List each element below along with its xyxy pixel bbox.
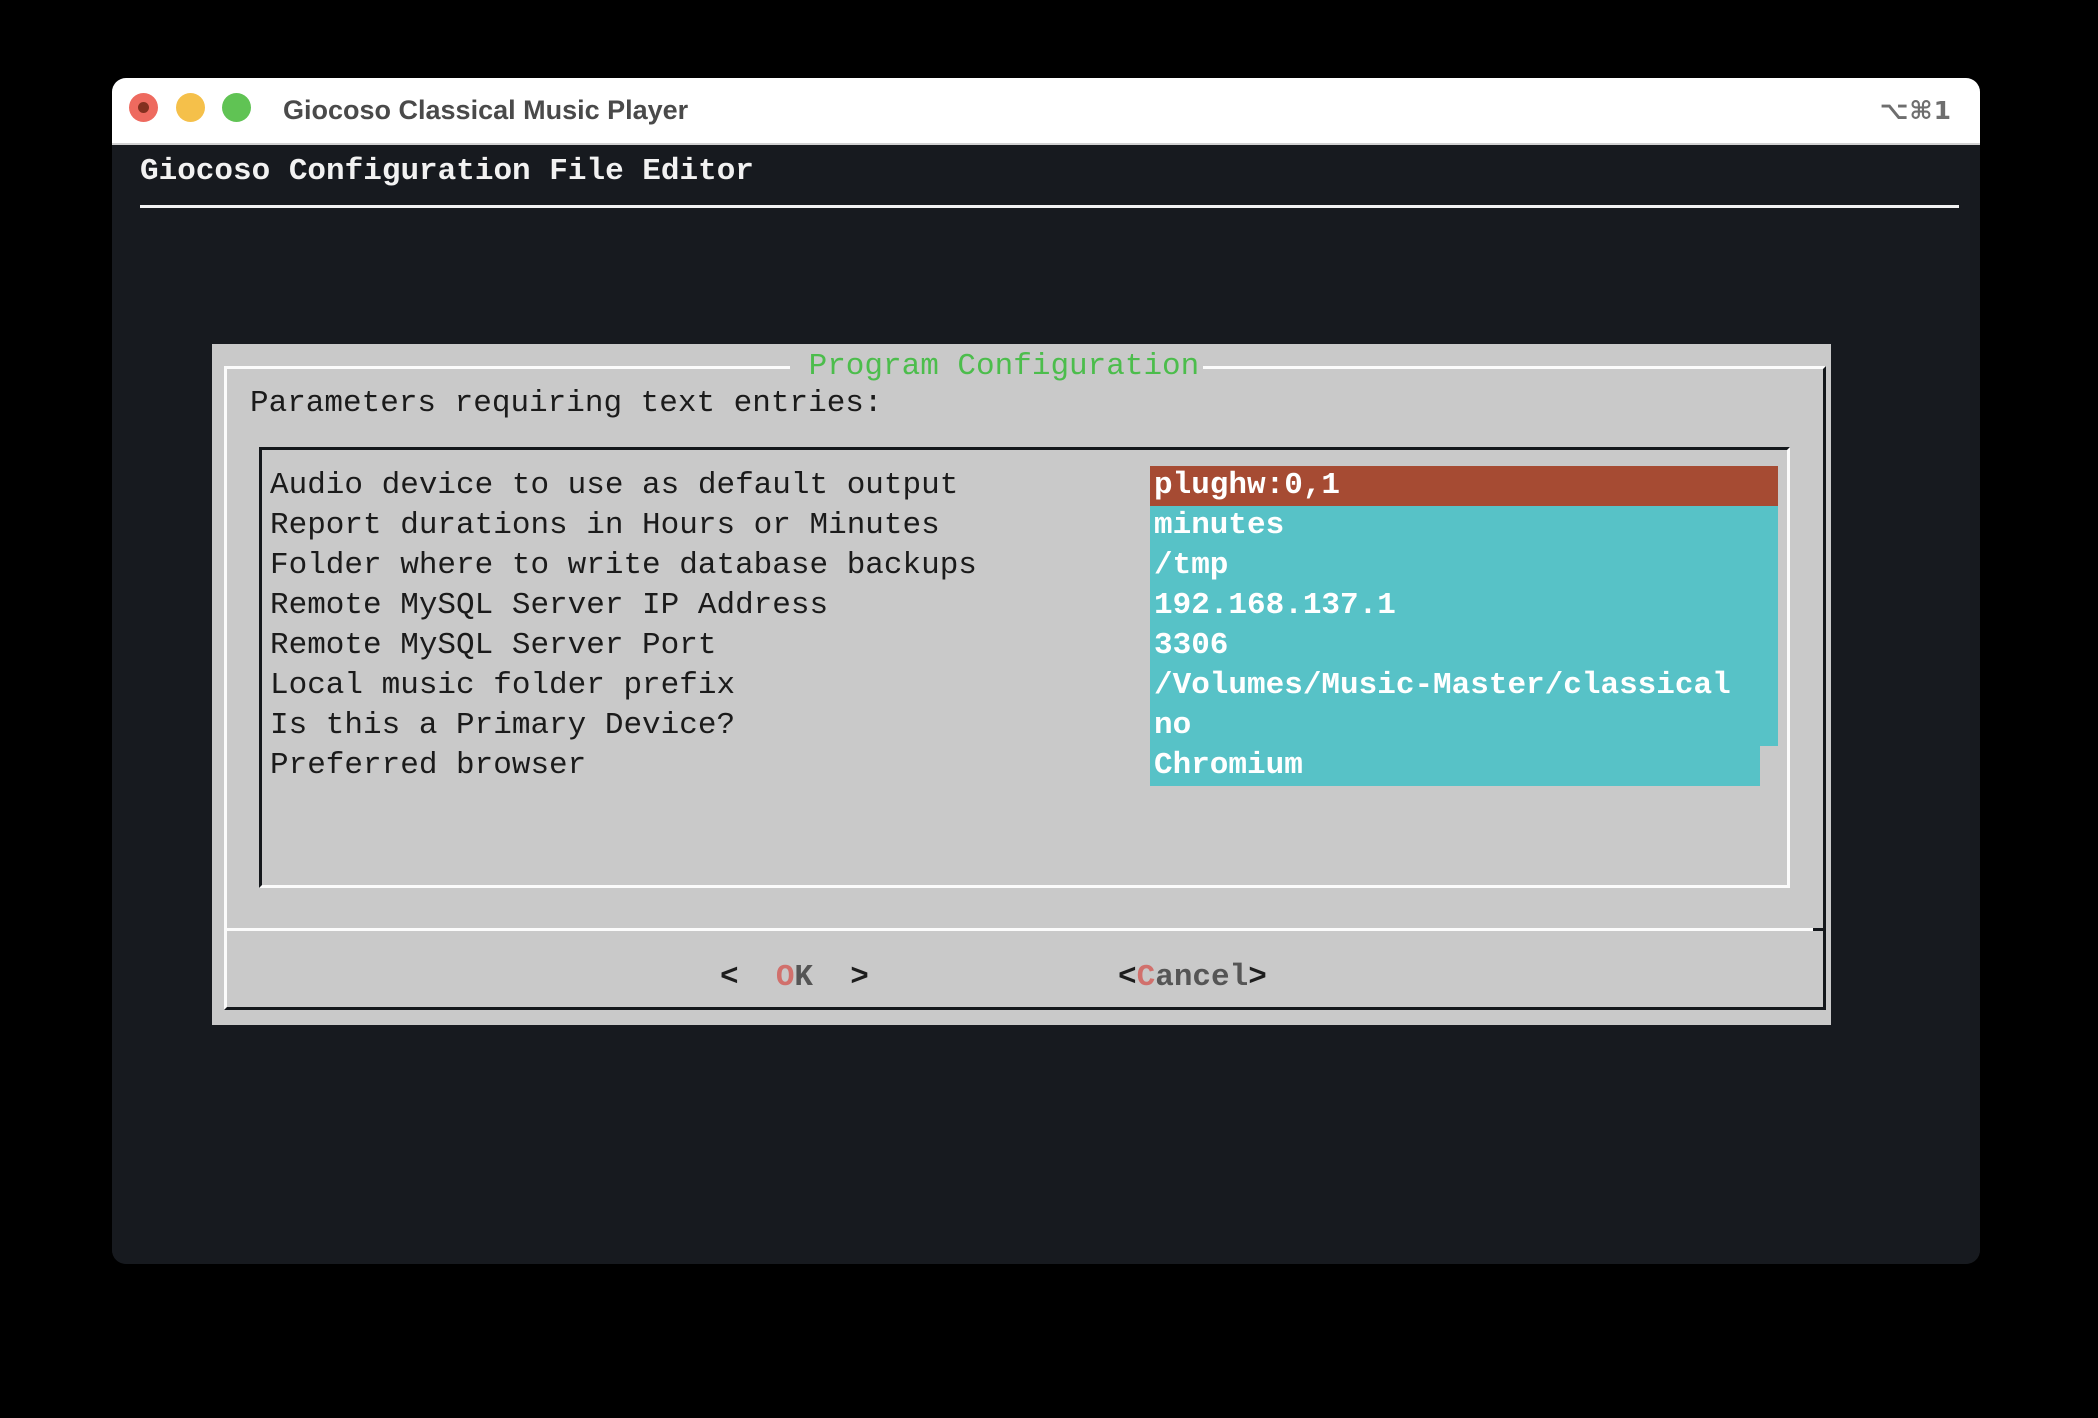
minimize-button[interactable] — [176, 93, 205, 122]
cancel-label: ancel — [1155, 960, 1248, 995]
backup-folder-input[interactable]: /tmp — [1150, 546, 1778, 586]
ok-label: K — [794, 960, 813, 995]
form-row: Local music folder prefix /Volumes/Music… — [262, 666, 1787, 706]
form-row: Is this a Primary Device? no — [262, 706, 1787, 746]
field-label: Report durations in Hours or Minutes — [270, 506, 940, 546]
program-configuration-dialog: Program Configuration Parameters requiri… — [212, 344, 1831, 1025]
terminal-heading: Giocoso Configuration File Editor — [140, 150, 754, 194]
app-window: Giocoso Classical Music Player ⌥⌘1 Gioco… — [112, 78, 1980, 1264]
ok-bracket-left: < — [720, 960, 776, 995]
form-box: Audio device to use as default output pl… — [259, 447, 1790, 888]
form-row: Folder where to write database backups /… — [262, 546, 1787, 586]
button-row: < OK > <Cancel> — [212, 956, 1831, 1000]
form-row: Remote MySQL Server Port 3306 — [262, 626, 1787, 666]
field-label: Audio device to use as default output — [270, 466, 958, 506]
field-label: Is this a Primary Device? — [270, 706, 735, 746]
form-row: Report durations in Hours or Minutes min… — [262, 506, 1787, 546]
primary-device-input[interactable]: no — [1150, 706, 1778, 746]
field-label: Preferred browser — [270, 746, 586, 786]
mysql-port-input[interactable]: 3306 — [1150, 626, 1778, 666]
button-separator — [224, 928, 1813, 931]
cancel-bracket-right: > — [1248, 960, 1267, 995]
duration-units-input[interactable]: minutes — [1150, 506, 1778, 546]
window-shortcut-badge: ⌥⌘1 — [1880, 78, 1952, 143]
form-row: Preferred browser Chromium — [262, 746, 1787, 786]
field-label: Folder where to write database backups — [270, 546, 977, 586]
field-label: Remote MySQL Server IP Address — [270, 586, 828, 626]
ok-button[interactable]: < OK > — [720, 956, 869, 1000]
modified-dot-icon — [138, 102, 149, 113]
preferred-browser-input[interactable]: Chromium — [1150, 746, 1760, 786]
cancel-hotkey: C — [1137, 960, 1156, 995]
audio-device-input[interactable]: plughw:0,1 — [1150, 466, 1778, 506]
form-row: Audio device to use as default output pl… — [262, 466, 1787, 506]
music-folder-input[interactable]: /Volumes/Music-Master/classical — [1150, 666, 1778, 706]
button-separator-cap — [1813, 928, 1826, 931]
zoom-button[interactable] — [222, 93, 251, 122]
dialog-subtitle: Parameters requiring text entries: — [250, 384, 883, 424]
titlebar: Giocoso Classical Music Player ⌥⌘1 — [112, 78, 1980, 145]
cancel-button[interactable]: <Cancel> — [1118, 956, 1267, 1000]
form-rows: Audio device to use as default output pl… — [262, 466, 1787, 786]
field-label: Local music folder prefix — [270, 666, 735, 706]
heading-underline — [140, 205, 1959, 208]
close-button[interactable] — [129, 93, 158, 122]
mysql-ip-input[interactable]: 192.168.137.1 — [1150, 586, 1778, 626]
window-title: Giocoso Classical Music Player — [283, 78, 688, 143]
cancel-bracket-left: < — [1118, 960, 1137, 995]
ok-bracket-right: > — [813, 960, 869, 995]
field-label: Remote MySQL Server Port — [270, 626, 716, 666]
terminal-screen: Giocoso Configuration File Editor Progra… — [112, 145, 1980, 1264]
dialog-title: Program Configuration — [790, 350, 1203, 384]
ok-hotkey: O — [776, 960, 795, 995]
form-row: Remote MySQL Server IP Address 192.168.1… — [262, 586, 1787, 626]
